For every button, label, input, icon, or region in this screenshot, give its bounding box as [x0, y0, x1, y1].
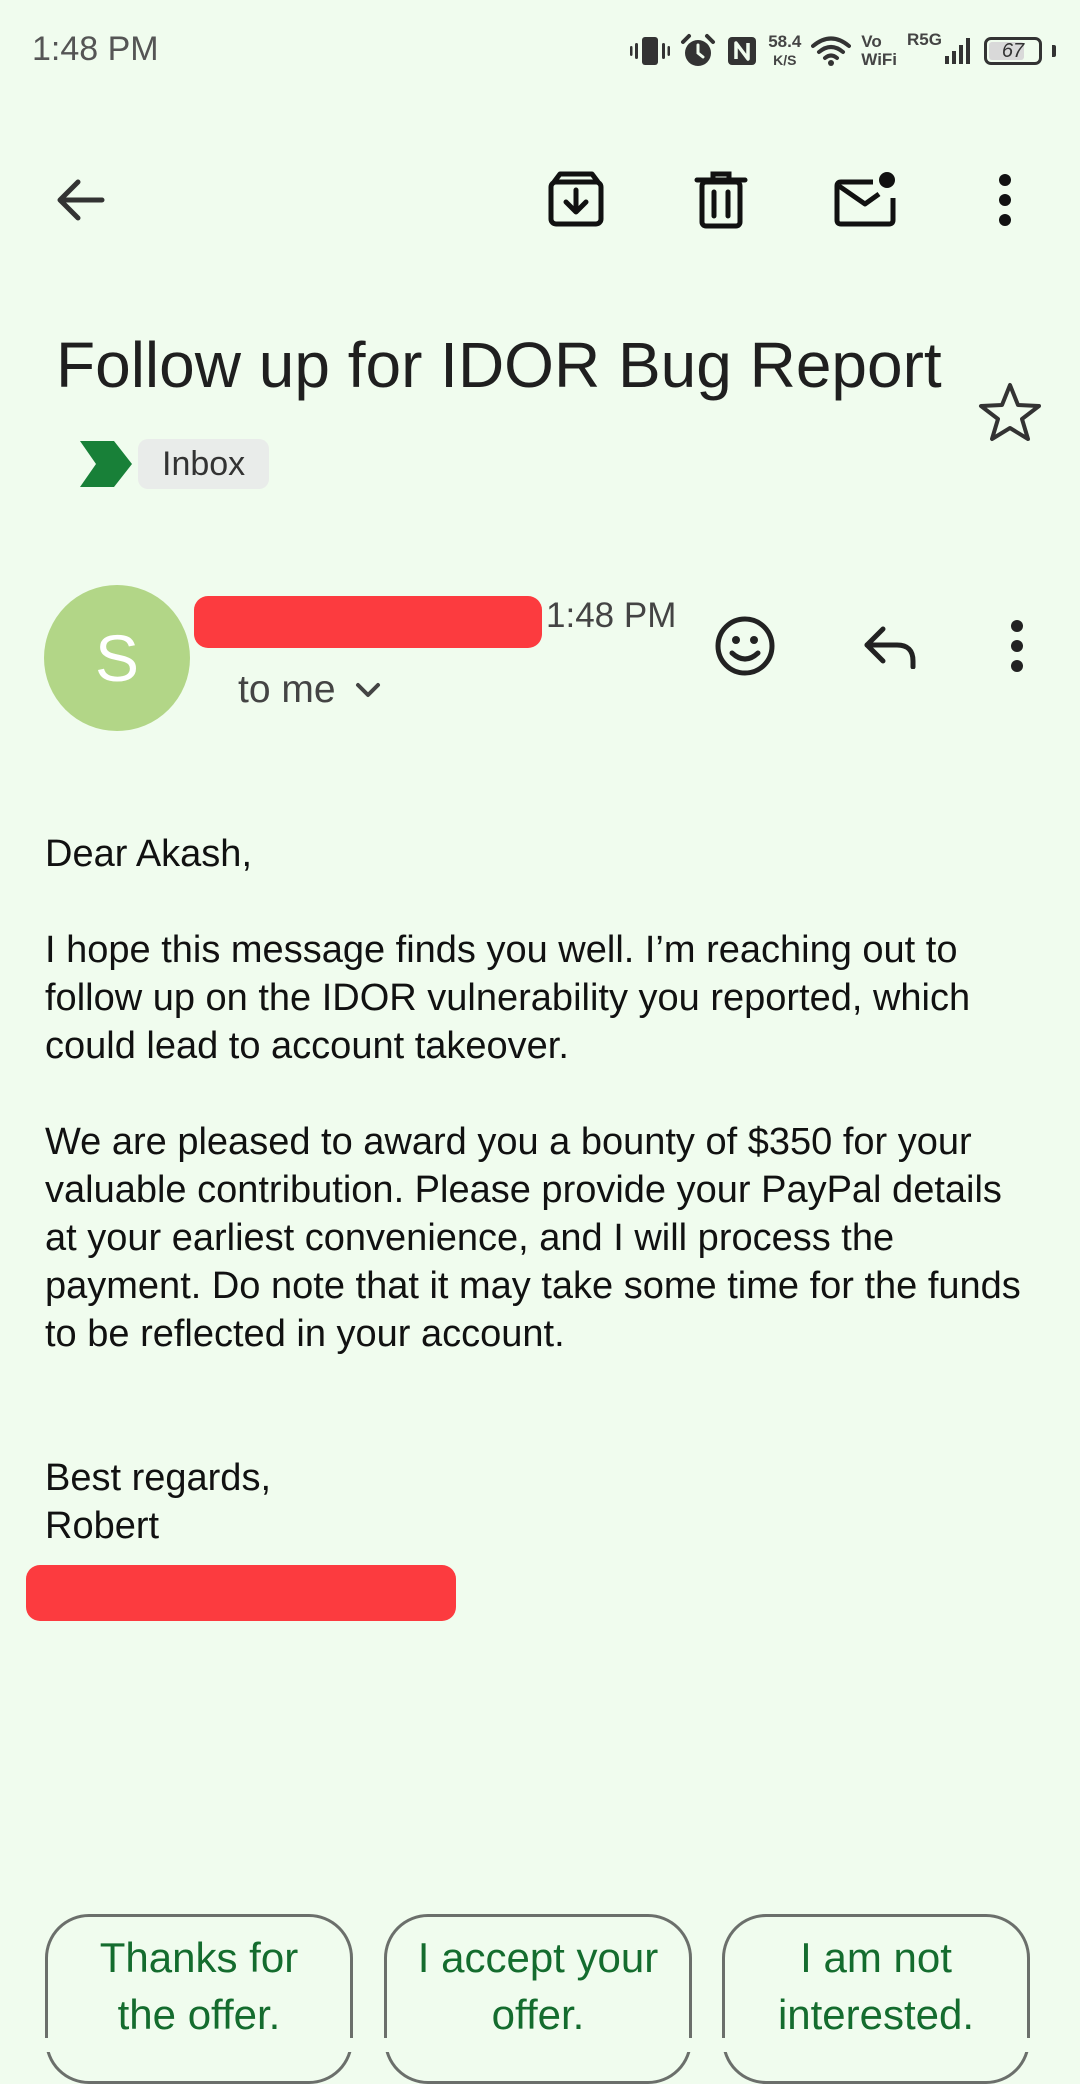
add-reaction-button[interactable]: [705, 606, 785, 686]
subject-text: Follow up for IDOR Bug Report: [56, 329, 942, 401]
vowifi-top: Vo: [861, 32, 882, 51]
email-signature: Robert: [45, 1505, 160, 1547]
important-label-icon[interactable]: [80, 441, 132, 488]
smart-reply-line: I am not: [800, 1934, 952, 1981]
email-greeting: Dear Akash,: [45, 833, 252, 875]
email-subject: Follow up for IDOR Bug Report Inbox: [56, 318, 956, 506]
sender-name-redaction: [194, 596, 542, 648]
star-icon: [979, 383, 1041, 441]
status-bar-time: 1:48 PM: [32, 30, 159, 68]
emoji-icon: [715, 616, 775, 676]
net-speed: 58.4 K/S: [768, 33, 801, 69]
reply-icon: [864, 626, 916, 669]
bottom-edge: [0, 2038, 1080, 2052]
vibrate-icon: [630, 34, 671, 68]
message-more-button[interactable]: [977, 606, 1057, 686]
more-vert-icon: [1011, 620, 1023, 672]
email-time: 1:48 PM: [546, 596, 677, 635]
network-type: R5G: [907, 30, 942, 49]
star-button[interactable]: [970, 372, 1050, 452]
back-arrow-icon: [57, 179, 105, 221]
net-speed-value: 58.4: [768, 32, 802, 51]
recipient-details-toggle[interactable]: to me: [238, 668, 382, 712]
mark-unread-button[interactable]: [826, 160, 906, 240]
battery-tip: [1052, 45, 1056, 57]
archive-button[interactable]: [536, 160, 616, 240]
back-button[interactable]: [40, 160, 120, 240]
chevron-down-icon: [355, 683, 380, 697]
signal-icon: [944, 36, 974, 66]
nfc-icon: [726, 35, 758, 67]
battery-icon: 67: [984, 37, 1042, 65]
signature-redaction: [26, 1565, 456, 1621]
smart-reply-line: offer.: [491, 1991, 585, 2038]
more-options-button[interactable]: [965, 160, 1045, 240]
smart-reply-thanks[interactable]: Thanks for the offer.: [45, 1914, 353, 2084]
delete-button[interactable]: [681, 160, 761, 240]
smart-reply-line: the offer.: [117, 1991, 281, 2038]
email-paragraph: We are pleased to award you a bounty of …: [45, 1121, 1021, 1355]
email-signoff: Best regards,: [45, 1457, 271, 1499]
sender-avatar[interactable]: S: [44, 585, 190, 731]
recipient-label: to me: [238, 668, 336, 711]
more-vert-icon: [999, 174, 1011, 226]
mark-unread-icon: [834, 172, 896, 227]
email-paragraph: I hope this message finds you well. I’m …: [45, 929, 971, 1067]
alarm-icon: [680, 33, 716, 69]
battery-level: 67: [1001, 39, 1025, 62]
net-speed-unit: K/S: [773, 52, 797, 68]
delete-icon: [694, 171, 748, 229]
smart-reply-accept[interactable]: I accept your offer.: [384, 1914, 692, 2084]
smart-reply-decline[interactable]: I am not interested.: [722, 1914, 1030, 2084]
vowifi-indicator: Vo WiFi: [861, 33, 897, 69]
reply-button[interactable]: [850, 606, 930, 686]
smart-reply-line: I accept your: [417, 1934, 659, 1981]
archive-icon: [548, 171, 604, 227]
email-body: Dear Akash, I hope this message finds yo…: [45, 830, 1035, 1550]
inbox-label-chip[interactable]: Inbox: [138, 439, 270, 490]
wifi-icon: [811, 35, 852, 67]
smart-reply-line: interested.: [777, 1991, 975, 2038]
smart-reply-line: Thanks for: [99, 1934, 299, 1981]
status-bar-icons: 58.4 K/S Vo WiFi R5G 67: [630, 26, 1056, 76]
vowifi-bottom: WiFi: [861, 50, 898, 69]
